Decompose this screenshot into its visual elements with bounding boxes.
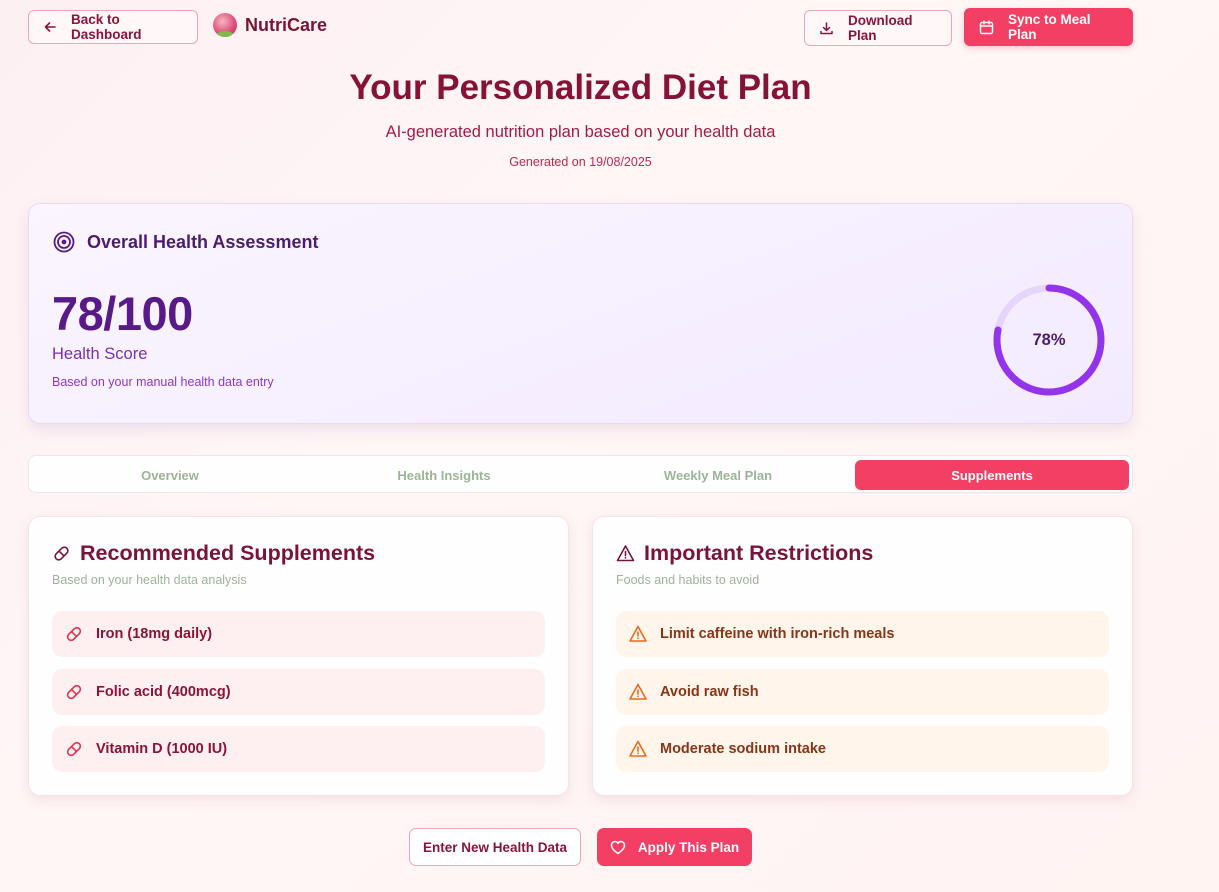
supplements-panel: Recommended Supplements Based on your he… <box>28 516 569 796</box>
heart-icon <box>610 840 626 855</box>
restriction-label: Avoid raw fish <box>660 684 759 700</box>
arrow-left-icon <box>43 20 57 34</box>
health-assessment-header: Overall Health Assessment <box>53 231 318 253</box>
health-score-label: Health Score <box>52 345 148 363</box>
tab-health-insights[interactable]: Health Insights <box>307 460 581 490</box>
restriction-label: Moderate sodium intake <box>660 741 826 757</box>
warning-icon <box>616 544 635 563</box>
download-plan-label: Download Plan <box>848 13 913 43</box>
plan-tabs: Overview Health Insights Weekly Meal Pla… <box>28 455 1133 493</box>
warning-icon <box>628 682 648 702</box>
enter-new-health-data-button[interactable]: Enter New Health Data <box>409 828 581 866</box>
supplement-item: Vitamin D (1000 IU) <box>52 726 545 772</box>
warning-icon <box>628 739 648 759</box>
supplements-title: Recommended Supplements <box>80 541 376 565</box>
sync-to-meal-plan-label: Sync to Meal Plan <box>1008 12 1091 42</box>
health-score-note: Based on your manual health data entry <box>52 375 274 389</box>
back-to-dashboard-label: Back to Dashboard <box>71 12 142 42</box>
restrictions-subtitle: Foods and habits to avoid <box>616 573 760 587</box>
generated-date: Generated on 19/08/2025 <box>509 155 652 169</box>
health-assessment-title: Overall Health Assessment <box>87 231 319 252</box>
restrictions-header: Important Restrictions <box>616 541 873 566</box>
health-assessment-card: Overall Health Assessment 78/100 Health … <box>28 203 1133 424</box>
download-icon <box>819 21 834 36</box>
restrictions-panel: Important Restrictions Foods and habits … <box>592 516 1133 796</box>
pill-icon <box>64 624 84 644</box>
apply-this-plan-button[interactable]: Apply This Plan <box>597 828 752 866</box>
supplements-header: Recommended Supplements <box>52 541 375 566</box>
restriction-item: Avoid raw fish <box>616 669 1109 715</box>
supplement-item: Folic acid (400mcg) <box>52 669 545 715</box>
tab-overview[interactable]: Overview <box>33 460 307 490</box>
warning-icon <box>628 624 648 644</box>
download-plan-button[interactable]: Download Plan <box>804 10 952 46</box>
pill-icon <box>64 682 84 702</box>
brand-name: NutriCare <box>245 14 328 35</box>
restriction-item: Limit caffeine with iron-rich meals <box>616 611 1109 657</box>
health-score-percent: 78% <box>1032 330 1066 349</box>
supplement-item: Iron (18mg daily) <box>52 611 545 657</box>
back-to-dashboard-button[interactable]: Back to Dashboard <box>28 10 198 44</box>
supplement-label: Iron (18mg daily) <box>96 626 213 642</box>
restriction-label: Limit caffeine with iron-rich meals <box>660 626 895 642</box>
pill-icon <box>52 544 71 563</box>
target-icon <box>53 231 75 253</box>
pill-icon <box>64 739 84 759</box>
nutricare-logo-icon <box>213 13 237 37</box>
calendar-icon <box>979 19 994 35</box>
sync-to-meal-plan-button[interactable]: Sync to Meal Plan <box>964 8 1133 46</box>
page-subtitle: AI-generated nutrition plan based on you… <box>385 123 776 141</box>
tab-supplements[interactable]: Supplements <box>855 460 1129 490</box>
apply-this-plan-label: Apply This Plan <box>637 839 740 855</box>
supplement-label: Vitamin D (1000 IU) <box>96 741 228 757</box>
brand-logo[interactable]: NutriCare <box>213 13 327 37</box>
tab-weekly-meal-plan[interactable]: Weekly Meal Plan <box>581 460 855 490</box>
page-title: Your Personalized Diet Plan <box>349 68 812 107</box>
supplements-subtitle: Based on your health data analysis <box>52 573 247 587</box>
health-score-value: 78/100 <box>52 287 193 340</box>
restriction-item: Moderate sodium intake <box>616 726 1109 772</box>
supplement-label: Folic acid (400mcg) <box>96 684 231 700</box>
restrictions-title: Important Restrictions <box>644 541 874 565</box>
